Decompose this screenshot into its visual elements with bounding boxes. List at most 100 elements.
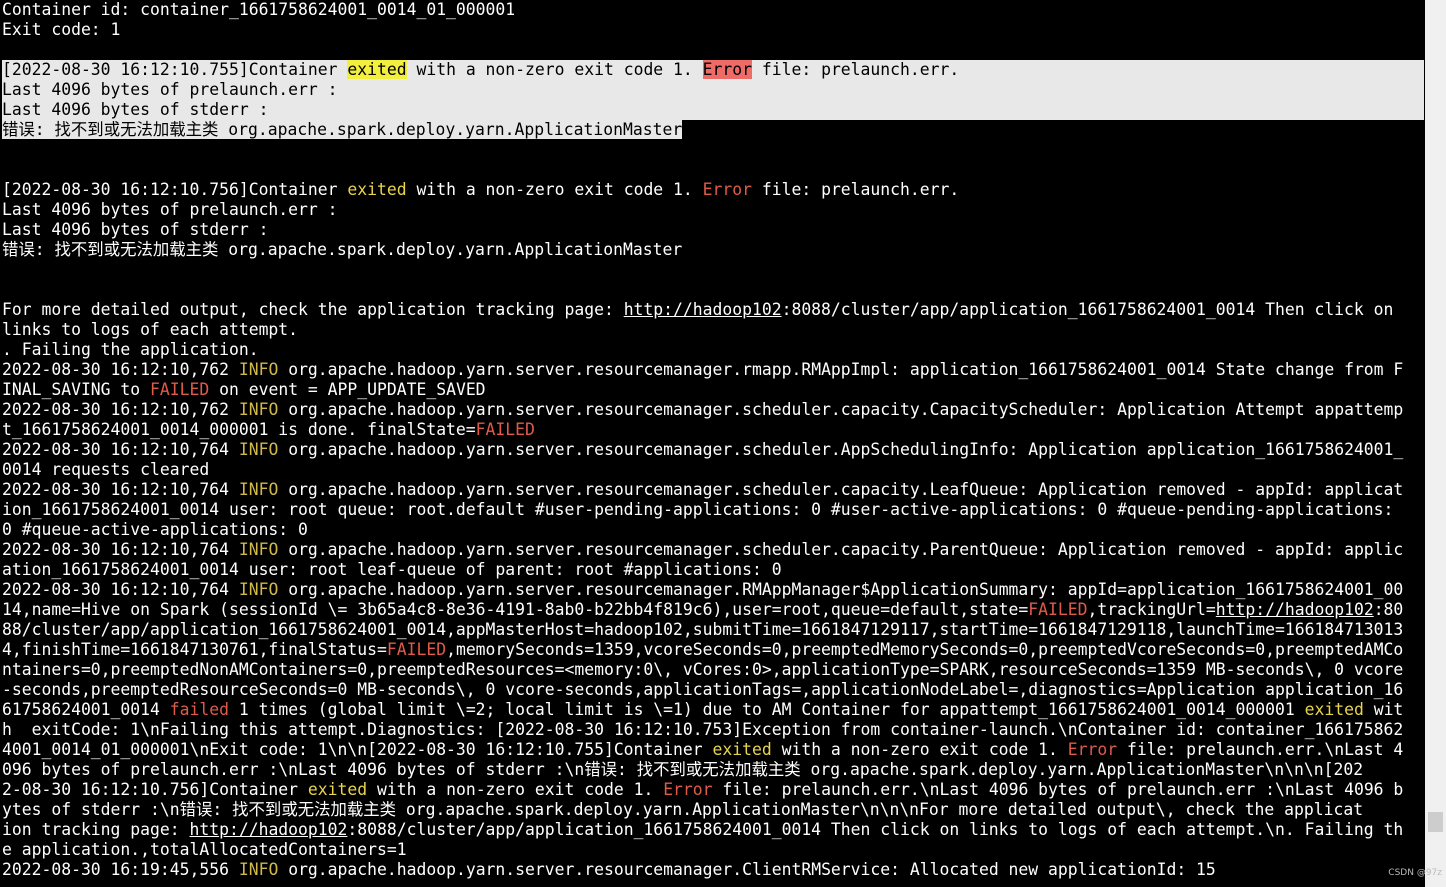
error-keyword: FAILED: [475, 420, 535, 439]
line-text: 2-08-30 16:12:10.756]Container: [2, 780, 308, 799]
line-text: 2022-08-30 16:12:10,762: [2, 360, 239, 379]
exited-keyword: exited: [307, 780, 368, 799]
log-level-info: INFO: [238, 440, 279, 459]
log-level-info: INFO: [238, 860, 279, 879]
line-text: 2022-08-30 16:12:10,764: [2, 440, 239, 459]
line-text: org.apache.hadoop.yarn.server.resourcema…: [278, 860, 1216, 879]
terminal-line: 4,finishTime=1661847130761,finalStatus=F…: [2, 640, 1424, 660]
terminal-line: 0 #queue-active-applications: 0: [2, 520, 1424, 540]
error-keyword: FAILED: [1028, 600, 1088, 619]
line-text: Last 4096 bytes of stderr :: [2, 100, 269, 119]
watermark: CSDN @97z: [1388, 868, 1442, 878]
line-text: Last 4096 bytes of prelaunch.err :: [2, 200, 338, 219]
terminal-line: Exit code: 1: [2, 20, 1424, 40]
scrollbar-thumb[interactable]: [1428, 812, 1443, 832]
line-text: For more detailed output, check the appl…: [2, 300, 624, 319]
terminal-line: ion_1661758624001_0014 user: root queue:…: [2, 500, 1424, 520]
tracking-link[interactable]: http://hadoop102: [624, 300, 782, 319]
line-text: ,trackingUrl=: [1087, 600, 1216, 619]
terminal-line: 错误: 找不到或无法加载主类 org.apache.spark.deploy.y…: [2, 120, 1424, 140]
line-text: 4,finishTime=1661847130761,finalStatus=: [2, 640, 387, 659]
line-text: Container: [248, 60, 348, 79]
terminal-line: t_1661758624001_0014_000001 is done. fin…: [2, 420, 1424, 440]
line-text: 2022-08-30 16:12:10,764: [2, 540, 239, 559]
line-text: org.apache.hadoop.yarn.server.resourcema…: [278, 360, 1404, 379]
error-keyword: Error: [702, 60, 752, 79]
terminal-output[interactable]: Container id: container_1661758624001_00…: [2, 0, 1424, 880]
line-text: with a non-zero exit code 1.: [406, 180, 703, 199]
line-text: org.apache.hadoop.yarn.server.resourcema…: [278, 480, 1404, 499]
line-text: ation_1661758624001_0014 user: root leaf…: [2, 560, 782, 579]
error-keyword: failed: [169, 700, 229, 719]
line-text: Last 4096 bytes of stderr :: [2, 220, 269, 239]
tracking-link[interactable]: http://hadoop102: [1216, 600, 1374, 619]
terminal-line: [2022-08-30 16:12:10.756]Container exite…: [2, 180, 1424, 200]
line-text: 1 times (global limit \=2; local limit i…: [228, 700, 1305, 719]
log-level-info: INFO: [238, 480, 279, 499]
line-text: Container id: container_1661758624001_00…: [2, 0, 516, 19]
terminal-line: 错误: 找不到或无法加载主类 org.apache.spark.deploy.y…: [2, 240, 1424, 260]
terminal-line: ation_1661758624001_0014 user: root leaf…: [2, 560, 1424, 580]
terminal-line: Last 4096 bytes of prelaunch.err :: [2, 80, 1424, 100]
line-text: t_1661758624001_0014_000001 is done. fin…: [2, 420, 476, 439]
terminal-line: 0014 requests cleared: [2, 460, 1424, 480]
line-text: wit: [1363, 700, 1404, 719]
terminal-line: 2022-08-30 16:12:10,764 INFO org.apache.…: [2, 580, 1424, 600]
line-text: [2022-08-30 16:12:10.755]: [2, 60, 249, 79]
log-level-info: INFO: [238, 360, 279, 379]
terminal-line: ntainers=0,preemptedNonAMContainers=0,pr…: [2, 660, 1424, 680]
terminal-line: -seconds,preemptedResourceSeconds=0 MB-s…: [2, 680, 1424, 700]
line-text: 错误: 找不到或无法加载主类 org.apache.spark.deploy.y…: [2, 240, 683, 259]
line-text: 4001_0014_01_000001\nExit code: 1\n\n[20…: [2, 740, 713, 759]
line-text: ,memorySeconds=1359,vcoreSeconds=0,preem…: [446, 640, 1404, 659]
line-text: file: prelaunch.err.: [752, 180, 960, 199]
line-text: org.apache.hadoop.yarn.server.resourcema…: [278, 540, 1404, 559]
exited-keyword: exited: [712, 740, 772, 759]
log-level-info: INFO: [238, 580, 279, 599]
line-text: Exit code: 1: [2, 20, 121, 39]
line-text: 0014 requests cleared: [2, 460, 210, 479]
line-text: :8088/cluster/app/application_1661758624…: [347, 820, 1404, 839]
terminal-line: ion tracking page: http://hadoop102:8088…: [2, 820, 1424, 840]
line-text: file: prelaunch.err.\nLast 4096 bytes of…: [712, 780, 1404, 799]
terminal-line: . Failing the application.: [2, 340, 1424, 360]
tracking-link[interactable]: http://hadoop102: [190, 820, 348, 839]
terminal-line: 61758624001_0014 failed 1 times (global …: [2, 700, 1424, 720]
error-keyword: Error: [1067, 740, 1118, 759]
line-text: with a non-zero exit code 1.: [367, 780, 664, 799]
line-text: 88/cluster/app/application_1661758624001…: [2, 620, 1404, 639]
terminal-line: e application.,totalAllocatedContainers=…: [2, 840, 1424, 860]
terminal-line: For more detailed output, check the appl…: [2, 300, 1424, 320]
line-text: -seconds,preemptedResourceSeconds=0 MB-s…: [2, 680, 1404, 699]
line-text: ntainers=0,preemptedNonAMContainers=0,pr…: [2, 660, 1404, 679]
terminal-line: 2022-08-30 16:12:10,764 INFO org.apache.…: [2, 540, 1424, 560]
log-level-info: INFO: [238, 540, 279, 559]
terminal-line: 88/cluster/app/application_1661758624001…: [2, 620, 1424, 640]
line-text: 错误: 找不到或无法加载主类 org.apache.spark.deploy.y…: [2, 120, 683, 139]
line-text: org.apache.hadoop.yarn.server.resourcema…: [278, 580, 1404, 599]
terminal-line: h exitCode: 1\nFailing this attempt.Diag…: [2, 720, 1424, 740]
line-text: 14,name=Hive on Spark (sessionId \= 3b65…: [2, 600, 1029, 619]
line-text: links to logs of each attempt.: [2, 320, 299, 339]
terminal-window[interactable]: Container id: container_1661758624001_00…: [0, 0, 1424, 887]
terminal-line: INAL_SAVING to FAILED on event = APP_UPD…: [2, 380, 1424, 400]
vertical-scrollbar[interactable]: [1425, 0, 1446, 887]
line-text: 2022-08-30 16:19:45,556: [2, 860, 239, 879]
terminal-line: 2022-08-30 16:12:10,762 INFO org.apache.…: [2, 400, 1424, 420]
terminal-line: Last 4096 bytes of stderr :: [2, 220, 1424, 240]
line-text: :8088/cluster/app/application_1661758624…: [781, 300, 1394, 319]
exited-keyword: exited: [347, 180, 407, 199]
terminal-line: 2022-08-30 16:19:45,556 INFO org.apache.…: [2, 860, 1424, 880]
terminal-line: Last 4096 bytes of stderr :: [2, 100, 1424, 120]
line-text: ion tracking page:: [2, 820, 190, 839]
log-level-info: INFO: [238, 400, 279, 419]
error-keyword: Error: [663, 780, 713, 799]
line-text: 2022-08-30 16:12:10,764: [2, 580, 239, 599]
line-text: 2022-08-30 16:12:10,764: [2, 480, 239, 499]
exited-keyword: exited: [1304, 700, 1364, 719]
terminal-line: [2022-08-30 16:12:10.755]Container exite…: [2, 60, 1424, 80]
